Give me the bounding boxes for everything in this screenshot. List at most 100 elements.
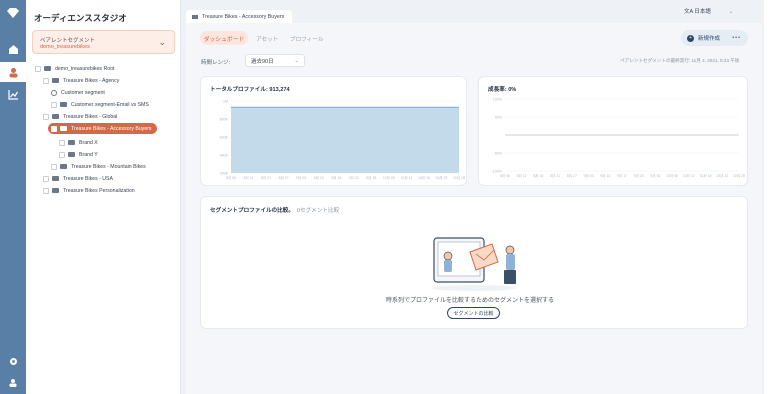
- app-title: オーディエンススタジオ: [34, 13, 127, 23]
- tree-item-label: Treasure Bikes - Accessory Buyers: [71, 125, 152, 132]
- time-range-select[interactable]: 過去90日 ⌄: [245, 54, 305, 67]
- home-icon[interactable]: [6, 42, 20, 56]
- last-update-text: ペアレントセグメントの最終実行: 11月 4, 2021, 5:33 午後: [620, 58, 740, 63]
- x-tick-label: 10月 28: [733, 174, 745, 178]
- expand-icon[interactable]: [43, 77, 49, 84]
- tab-accessory-buyers[interactable]: Treasure Bikes - Accessory Buyers: [186, 10, 292, 23]
- compare-segments-button[interactable]: セグメントの比較: [447, 307, 500, 319]
- tree-item[interactable]: Brand Y: [59, 149, 98, 160]
- tree-item-label: Treasure Bikes - Mountain Bikes: [71, 163, 146, 170]
- tree-item-label: demo_treasurebikes Root: [55, 65, 115, 72]
- create-new-label: 新規作成: [698, 36, 721, 42]
- x-tick-label: 9月 24: [634, 174, 644, 178]
- tree-item[interactable]: Treasure Bikes Personalization: [43, 185, 135, 196]
- compare-illustration: [432, 237, 516, 291]
- time-range-value: 過去90日: [251, 58, 274, 65]
- tab-profile[interactable]: プロフィール: [290, 35, 323, 43]
- compare-subtitle: 0セグメント比較: [296, 208, 340, 214]
- x-tick-label: 8月 12: [517, 174, 527, 178]
- segment-icon: [51, 89, 57, 96]
- tree-item-label: Customer segment: [61, 89, 105, 96]
- folder-icon: [60, 126, 67, 131]
- expand-icon[interactable]: [59, 151, 65, 158]
- tree-item[interactable]: Treasure Bikes - Global: [43, 111, 117, 122]
- y-tick-label: -50%: [494, 152, 503, 156]
- expand-icon[interactable]: [43, 175, 49, 182]
- tree-item-label: Treasure Bikes - USA: [63, 175, 113, 182]
- x-tick-label: 8月 21: [550, 174, 560, 178]
- tree-item-label: Treasure Bikes - Global: [63, 113, 118, 120]
- language-selector[interactable]: 文A 日本語 ⌄: [684, 7, 733, 15]
- tab-dashboard[interactable]: ダッシュボード: [200, 31, 248, 45]
- x-tick-label: 9月 30: [650, 174, 660, 178]
- folder-icon: [52, 176, 59, 181]
- x-tick-label: 8月 27: [567, 174, 577, 178]
- tree-item-label: Treasure Bikes - Agency: [63, 77, 120, 84]
- compare-title-main: セグメントプロファイルの比較。: [210, 208, 294, 214]
- translate-icon: 文A: [684, 9, 693, 15]
- folder-icon: [68, 140, 75, 145]
- folder-icon: [44, 66, 51, 71]
- tree-item-label: Brand Y: [79, 151, 98, 158]
- x-tick-label: 8月 06: [226, 176, 236, 180]
- plus-icon: +: [687, 34, 694, 42]
- x-tick-label: 10月 06: [666, 174, 678, 178]
- expand-icon[interactable]: [51, 101, 57, 108]
- chevron-down-icon: ⌄: [728, 9, 734, 15]
- tab-assets[interactable]: アセット: [256, 35, 278, 43]
- expand-icon[interactable]: [35, 65, 41, 72]
- y-tick-label: 400K: [220, 154, 229, 158]
- tree-item[interactable]: Brand X: [59, 137, 98, 148]
- tab-label: Treasure Bikes - Accessory Buyers: [202, 13, 285, 20]
- tree-item[interactable]: Treasure Bikes - Accessory Buyers: [48, 123, 157, 134]
- x-tick-label: 10月 12: [683, 174, 695, 178]
- expand-icon[interactable]: [43, 187, 49, 194]
- logo-icon[interactable]: [6, 6, 20, 20]
- x-tick-label: 9月 03: [296, 176, 306, 180]
- more-options-icon[interactable]: •••: [732, 35, 741, 41]
- folder-icon: [60, 164, 67, 169]
- left-rail: [0, 0, 26, 394]
- expand-icon[interactable]: [59, 139, 65, 146]
- tree-item[interactable]: Customer segment-Email vs SMS: [51, 99, 149, 110]
- y-tick-label: 100%: [493, 98, 503, 102]
- x-tick-label: 10月 05: [383, 176, 395, 180]
- growth-rate-chart: 100% 50% -50% -100%8月 06 8月 12 8月 16 8月 21 8月 2…: [492, 98, 745, 179]
- segment-tree-panel: オーディエンススタジオ ペアレントセグメント demo_treasurebike…: [26, 0, 181, 394]
- time-range-label: 時間レンジ:: [201, 60, 231, 66]
- x-tick-label: 9月 10: [600, 174, 610, 178]
- tree-item[interactable]: Treasure Bikes - Mountain Bikes: [51, 161, 146, 172]
- chevron-down-icon: ⌄: [158, 37, 166, 47]
- parent-segment-value: demo_treasurebikes: [40, 44, 90, 50]
- tree-item[interactable]: demo_treasurebikes Root: [35, 63, 114, 74]
- parent-segment-label: ペアレントセグメント: [40, 38, 96, 44]
- chart-icon[interactable]: [6, 87, 20, 101]
- expand-icon[interactable]: [51, 125, 57, 132]
- tree-item-label: Brand X: [79, 139, 98, 146]
- chevron-down-icon: ⌄: [294, 57, 299, 64]
- tree-item[interactable]: Customer segment: [51, 87, 105, 98]
- y-tick-label: 50%: [495, 116, 503, 120]
- create-new-button[interactable]: + 新規作成 •••: [681, 30, 748, 46]
- x-tick-label: 10月 28: [453, 176, 465, 180]
- growth-rate-card: 成長率: 0% 100% 50% -50% -100% 8月 06 8月 12 8月 16 8…: [478, 76, 748, 186]
- x-tick-label: 9月 16: [331, 176, 341, 180]
- total-profiles-chart: 1M 800K 600K 400K 200K8月 06 8月 11 8月 21 8月 27 9月…: [220, 100, 465, 181]
- x-tick-label: 8月 21: [261, 176, 271, 180]
- tree-item[interactable]: Treasure Bikes - USA: [43, 173, 113, 184]
- audience-icon[interactable]: [6, 65, 20, 79]
- x-tick-label: 8月 06: [500, 174, 510, 178]
- x-tick-label: 9月 22: [349, 176, 359, 180]
- settings-icon[interactable]: [6, 354, 20, 368]
- right-scrollbar[interactable]: [764, 0, 782, 394]
- compare-empty-text: 時系列でプロファイルを比較するためのセグメントを選択する: [386, 298, 555, 304]
- expand-icon[interactable]: [51, 163, 57, 170]
- parent-segment-select[interactable]: ペアレントセグメント demo_treasurebikes ⌄: [32, 30, 175, 54]
- folder-icon: [52, 78, 59, 83]
- user-icon[interactable]: [6, 376, 20, 390]
- total-profiles-card: トータルプロファイル: 913,274 1M 800K 600K 400K 200K 8月…: [200, 76, 467, 186]
- x-tick-label: 9月 17: [617, 174, 627, 178]
- language-label: 日本語: [694, 9, 711, 15]
- tree-item[interactable]: Treasure Bikes - Agency: [43, 75, 119, 86]
- expand-icon[interactable]: [43, 113, 49, 120]
